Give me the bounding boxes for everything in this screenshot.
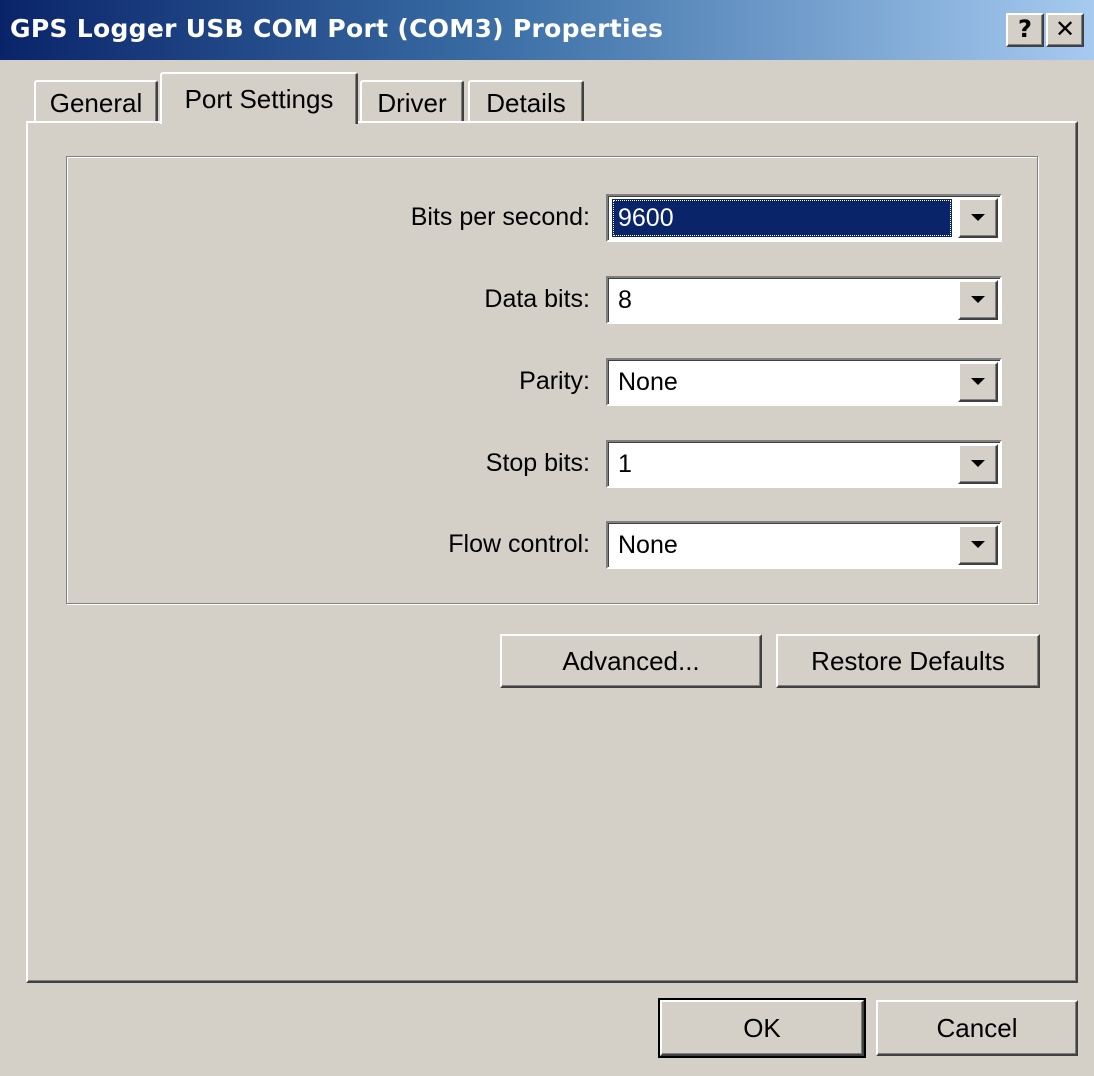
parity-select[interactable]: None: [606, 358, 1002, 406]
tab-port-settings[interactable]: Port Settings: [160, 72, 358, 124]
close-button[interactable]: ✕: [1046, 13, 1084, 47]
advanced-button[interactable]: Advanced...: [500, 634, 762, 688]
chevron-down-icon[interactable]: [958, 525, 998, 565]
help-button[interactable]: ?: [1006, 13, 1044, 47]
close-icon: ✕: [1054, 15, 1076, 43]
stop-bits-select[interactable]: 1: [606, 440, 1002, 488]
title-bar[interactable]: GPS Logger USB COM Port (COM3) Propertie…: [0, 0, 1094, 60]
cancel-button[interactable]: Cancel: [876, 1000, 1078, 1056]
tab-details[interactable]: Details: [468, 80, 584, 122]
parity-value: None: [618, 368, 678, 396]
chevron-down-icon[interactable]: [958, 198, 998, 238]
tab-driver[interactable]: Driver: [360, 80, 464, 122]
help-icon: ?: [1018, 15, 1032, 43]
tab-general[interactable]: General: [34, 80, 158, 122]
bits-per-second-select[interactable]: 9600: [606, 194, 1002, 242]
chevron-down-icon[interactable]: [958, 280, 998, 320]
stop-bits-label: Stop bits:: [485, 449, 590, 477]
flow-control-value: None: [618, 531, 678, 559]
restore-defaults-button[interactable]: Restore Defaults: [776, 634, 1040, 688]
ok-button[interactable]: OK: [658, 998, 866, 1058]
bits-per-second-label: Bits per second:: [410, 203, 590, 231]
flow-control-label: Flow control:: [448, 530, 590, 558]
flow-control-select[interactable]: None: [606, 521, 1002, 569]
stop-bits-value: 1: [618, 450, 632, 478]
chevron-down-icon[interactable]: [958, 444, 998, 484]
properties-dialog: GPS Logger USB COM Port (COM3) Propertie…: [0, 0, 1094, 1076]
data-bits-select[interactable]: 8: [606, 276, 1002, 324]
data-bits-value: 8: [618, 286, 632, 314]
window-title: GPS Logger USB COM Port (COM3) Propertie…: [10, 14, 664, 43]
bits-per-second-value: 9600: [612, 199, 952, 237]
data-bits-label: Data bits:: [484, 285, 590, 313]
chevron-down-icon[interactable]: [958, 362, 998, 402]
parity-label: Parity:: [519, 367, 590, 395]
